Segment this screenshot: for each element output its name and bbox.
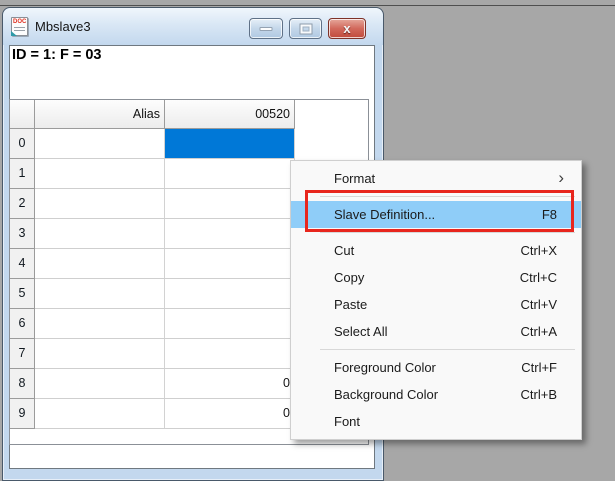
value-cell[interactable] [165, 189, 295, 219]
menu-item-background-color[interactable]: Background Color Ctrl+B [291, 381, 581, 408]
menu-item-label: Slave Definition... [334, 207, 435, 222]
chevron-right-icon: › [558, 165, 564, 191]
value-cell-selected[interactable] [165, 129, 295, 159]
title-bar[interactable]: DOC Mbslave3 x [3, 8, 383, 45]
value-cell[interactable] [165, 159, 295, 189]
window-controls: x [249, 18, 366, 39]
value-cell[interactable] [165, 249, 295, 279]
window-title: Mbslave3 [35, 19, 91, 34]
row-header[interactable]: 8 [10, 369, 35, 399]
menu-item-label: Paste [334, 297, 367, 312]
menu-item-label: Select All [334, 324, 387, 339]
table-row[interactable]: 0 [10, 129, 368, 159]
alias-cell[interactable] [35, 399, 165, 429]
row-header[interactable]: 3 [10, 219, 35, 249]
menu-shortcut: Ctrl+X [521, 237, 557, 264]
menu-shortcut: Ctrl+V [521, 291, 557, 318]
menu-item-label: Format [334, 171, 375, 186]
alias-cell[interactable] [35, 189, 165, 219]
menu-shortcut: Ctrl+C [520, 264, 557, 291]
menu-item-copy[interactable]: Copy Ctrl+C [291, 264, 581, 291]
value-cell[interactable] [165, 339, 295, 369]
menu-shortcut: Ctrl+B [521, 381, 557, 408]
value-cell[interactable] [165, 279, 295, 309]
menu-item-font[interactable]: Font [291, 408, 581, 435]
close-button[interactable]: x [328, 18, 366, 39]
row-header[interactable]: 0 [10, 129, 35, 159]
alias-cell[interactable] [35, 159, 165, 189]
document-icon-label: DOC [13, 19, 26, 25]
menu-item-label: Copy [334, 270, 364, 285]
value-cell[interactable]: 0 [165, 369, 295, 399]
row-header[interactable]: 9 [10, 399, 35, 429]
alias-cell[interactable] [35, 309, 165, 339]
menu-item-format[interactable]: Format › [291, 165, 581, 192]
menu-item-foreground-color[interactable]: Foreground Color Ctrl+F [291, 354, 581, 381]
restore-button[interactable] [289, 18, 322, 39]
menu-item-paste[interactable]: Paste Ctrl+V [291, 291, 581, 318]
document-icon: DOC [11, 17, 28, 36]
parent-frame-edge [0, 5, 615, 6]
menu-item-label: Font [334, 414, 360, 429]
value-cell[interactable]: 0 [165, 399, 295, 429]
menu-item-cut[interactable]: Cut Ctrl+X [291, 237, 581, 264]
row-header[interactable]: 7 [10, 339, 35, 369]
alias-cell[interactable] [35, 339, 165, 369]
alias-column-header[interactable]: Alias [35, 100, 165, 129]
menu-item-label: Cut [334, 243, 354, 258]
row-header[interactable]: 2 [10, 189, 35, 219]
menu-item-label: Foreground Color [334, 360, 436, 375]
row-header[interactable]: 1 [10, 159, 35, 189]
minimize-button[interactable] [249, 18, 283, 39]
menu-separator [320, 349, 575, 350]
menu-item-label: Background Color [334, 387, 438, 402]
slave-status-line: ID = 1: F = 03 [10, 46, 374, 65]
menu-item-slave-definition[interactable]: Slave Definition... F8 [291, 201, 581, 228]
desktop-background: DOC Mbslave3 x ID = 1: F = 03 [0, 0, 615, 481]
alias-cell[interactable] [35, 219, 165, 249]
grid-header-row: Alias 00520 [10, 100, 368, 129]
menu-shortcut: F8 [542, 201, 557, 228]
menu-separator [320, 232, 575, 233]
alias-cell[interactable] [35, 129, 165, 159]
menu-shortcut: Ctrl+F [521, 354, 557, 381]
header-filler [295, 100, 368, 129]
alias-cell[interactable] [35, 279, 165, 309]
menu-item-select-all[interactable]: Select All Ctrl+A [291, 318, 581, 345]
restore-icon [300, 24, 311, 33]
value-cell[interactable] [165, 309, 295, 339]
alias-cell[interactable] [35, 369, 165, 399]
close-icon: x [329, 19, 365, 38]
minimize-icon [260, 27, 273, 31]
context-menu: Format › Slave Definition... F8 Cut Ctrl… [290, 160, 582, 440]
row-header[interactable]: 6 [10, 309, 35, 339]
value-cell[interactable] [165, 219, 295, 249]
register-column-header[interactable]: 00520 [165, 100, 295, 129]
menu-shortcut: Ctrl+A [521, 318, 557, 345]
grid-corner-header[interactable] [10, 100, 35, 129]
menu-separator [320, 196, 575, 197]
alias-cell[interactable] [35, 249, 165, 279]
row-header[interactable]: 4 [10, 249, 35, 279]
row-header[interactable]: 5 [10, 279, 35, 309]
